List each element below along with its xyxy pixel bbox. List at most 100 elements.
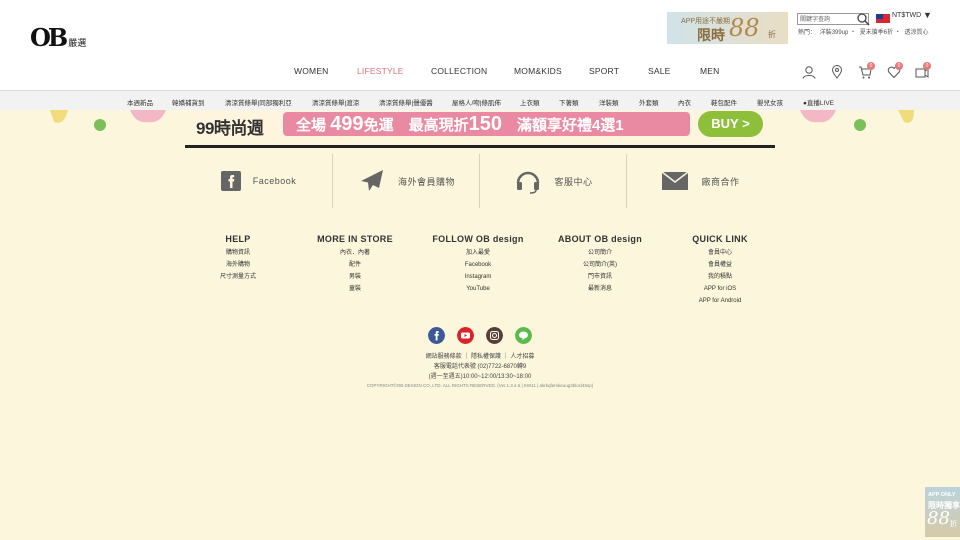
taiwan-flag-icon[interactable] (876, 14, 890, 23)
nav-men[interactable]: MEN (700, 66, 720, 76)
search-icon[interactable] (856, 12, 870, 26)
line-icon[interactable] (515, 327, 532, 344)
subnav-item[interactable]: 下著類 (559, 97, 579, 107)
main-nav: WOMEN LIFESTYLE COLLECTION MOM&KIDS SPOR… (280, 66, 740, 78)
subnav-item[interactable]: 清涼質條舉|同部獨利亞 (225, 97, 292, 107)
category-subnav: 本週新品 韓嬌補貨到 清涼質條舉|同部獨利亞 清涼質條舉|渡涼 清涼質條舉|聲優… (0, 90, 960, 110)
chevron-down-icon[interactable]: ▼ (923, 10, 932, 20)
nav-women[interactable]: WOMEN (294, 66, 329, 76)
footer-link[interactable]: 配件 (315, 259, 395, 271)
subnav-item-live[interactable]: ●直播LIVE (803, 97, 834, 107)
hot-link[interactable]: 夏末搶季6折 (860, 30, 893, 36)
subnav-item[interactable]: 上衣類 (520, 97, 540, 107)
mail-icon (662, 171, 689, 190)
nav-collection[interactable]: COLLECTION (431, 66, 487, 76)
subnav-item[interactable]: 本週新品 (127, 97, 153, 107)
float-app-line3: 88 (927, 508, 950, 529)
hot-links: 熱門： 洋裝399up ・ 夏末搶季6折 ・ 透涼質心 (798, 27, 928, 36)
app-promo-banner[interactable]: APP用途不嚴期 限時 88 折 (667, 12, 788, 44)
footer-col-quick: QUICK LINK 會員中心 會員權益 我的積點 APP for iOS AP… (685, 234, 755, 307)
service-label: 客服中心 (554, 176, 593, 187)
airplane-icon (360, 170, 383, 191)
facebook-icon[interactable] (428, 327, 445, 344)
promo-offer: 全場 499免運 最高現折150 滿額享好禮4選1 (296, 113, 624, 136)
footer-col-title: FOLLOW OB design (432, 234, 524, 244)
float-app-line1: APP ONLY (928, 492, 956, 498)
location-pin-icon[interactable] (830, 65, 844, 79)
flower-decoration-icon (94, 119, 106, 131)
footer-link[interactable]: 我的積點 (685, 271, 755, 283)
site-header: OB 嚴選 APP用途不嚴期 限時 88 折 關鍵字查詢 NT$TWD ▼ 熱門… (0, 0, 960, 90)
footer-col-title: HELP (225, 234, 251, 244)
footer-link[interactable]: 男裝 (315, 271, 395, 283)
footer-policy-links[interactable]: 網站服務條款 ｜ 隱私權保護 ｜ 人才招募 (0, 351, 960, 360)
pink-blob-decoration-icon (800, 110, 836, 123)
promo-offer-part: 免運 最高現折 (363, 117, 469, 134)
footer-link[interactable]: APP for Android (685, 295, 755, 307)
nav-sport[interactable]: SPORT (589, 66, 619, 76)
footer-col-title: QUICK LINK (692, 234, 748, 244)
promo-offer-price: 499 (330, 113, 364, 135)
subnav-item[interactable]: 洋裝類 (599, 97, 619, 107)
hot-link[interactable]: 洋裝399up (820, 30, 849, 36)
nav-sale[interactable]: SALE (648, 66, 671, 76)
site-logo[interactable]: OB 嚴選 (30, 26, 86, 50)
service-label: 海外會員購物 (397, 176, 455, 187)
subnav-item[interactable]: 韓嬌補貨到 (172, 97, 205, 107)
service-business[interactable]: 廠商合作 (627, 154, 774, 208)
facebook-icon (220, 171, 241, 191)
footer-col-more: MORE IN STORE 內衣．內著 配件 男裝 童裝 (315, 234, 395, 295)
service-customer-support[interactable]: 客服中心 (480, 154, 627, 208)
footer-link[interactable]: 購物資訊 (208, 247, 268, 259)
footer-link[interactable]: APP for iOS (685, 283, 755, 295)
footer-link[interactable]: 會員中心 (685, 247, 755, 259)
footer-col-title: ABOUT OB design (557, 234, 642, 244)
service-facebook[interactable]: Facebook (185, 154, 332, 208)
logo-mark: OB (30, 23, 68, 52)
nav-lifestyle[interactable]: LIFESTYLE (357, 66, 404, 76)
logo-subtitle: 嚴選 (68, 39, 87, 49)
footer-link[interactable]: 會員權益 (685, 259, 755, 271)
currency-selector[interactable]: NT$TWD (892, 12, 921, 19)
footer-link[interactable]: 海外購物 (208, 259, 268, 271)
lemon-decoration-icon (50, 110, 68, 123)
hot-link[interactable]: 透涼質心 (904, 30, 928, 36)
subnav-item[interactable]: 清涼質條舉|渡涼 (312, 97, 359, 107)
footer-link[interactable]: 內衣．內著 (315, 247, 395, 259)
subnav-item[interactable]: 外套類 (639, 97, 659, 107)
app-banner-line4: 折 (768, 30, 776, 39)
service-label: Facebook (252, 176, 297, 186)
subnav-item[interactable]: 屋格人/吻|條肌佈 (452, 97, 501, 107)
buy-button[interactable]: BUY > (698, 111, 763, 137)
subnav-item[interactable]: 鞋包配件 (711, 97, 737, 107)
footer-divider (185, 145, 775, 148)
subnav-item[interactable]: 內衣 (678, 97, 691, 107)
subnav-item[interactable]: 嬰兒女孩 (757, 97, 783, 107)
user-icon[interactable] (802, 65, 816, 79)
footer-col-title: MORE IN STORE (317, 234, 393, 244)
footer-link[interactable]: Facebook (428, 259, 528, 271)
footer-link[interactable]: Instagram (428, 271, 528, 283)
float-app-line4: 折 (950, 521, 957, 528)
subnav-item[interactable]: 清涼質條舉|聲優醬 (379, 97, 433, 107)
footer-col-about: ABOUT OB design 公司簡介 公司簡介(英) 門市資訊 最新消息 (555, 234, 645, 295)
footer-link[interactable]: 最新消息 (555, 283, 645, 295)
footer-link[interactable]: 門市資訊 (555, 271, 645, 283)
youtube-icon[interactable] (457, 327, 474, 344)
nav-mom-kids[interactable]: MOM&KIDS (514, 66, 562, 76)
promo-banner[interactable]: 99時尚週 全場 499免運 最高現折150 滿額享好禮4選1 BUY > (0, 110, 960, 138)
footer-link[interactable]: 童裝 (315, 283, 395, 295)
lemon-decoration-icon (898, 110, 914, 123)
app-banner-line3: 88 (729, 14, 760, 42)
footer-link[interactable]: 公司簡介(英) (555, 259, 645, 271)
footer-link[interactable]: 加入最愛 (428, 247, 528, 259)
footer-link[interactable]: 公司簡介 (555, 247, 645, 259)
footer-link[interactable]: 尺寸測量方式 (208, 271, 268, 283)
hot-label: 熱門： (798, 30, 817, 36)
instagram-icon[interactable] (486, 327, 503, 344)
footer-col-help: HELP 購物資訊 海外購物 尺寸測量方式 (208, 234, 268, 283)
footer-link[interactable]: YouTube (428, 283, 528, 295)
service-overseas[interactable]: 海外會員購物 (333, 154, 480, 208)
promo-offer-discount: 150 (468, 113, 502, 135)
floating-app-banner[interactable]: APP ONLY 限時獨享 88 折 (925, 487, 960, 537)
